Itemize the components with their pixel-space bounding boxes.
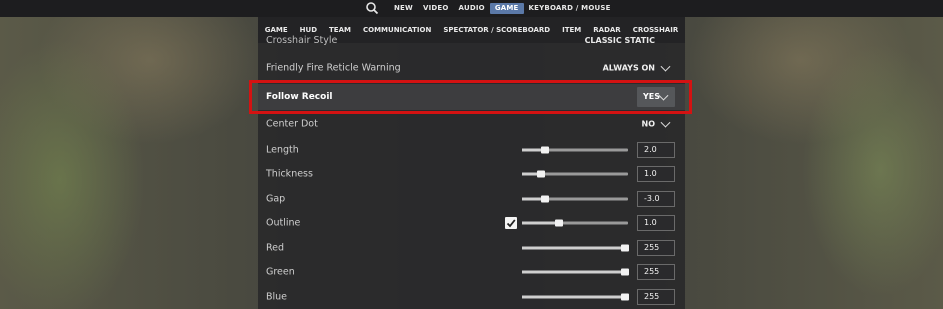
- setting-row-friendly-fire[interactable]: Friendly Fire Reticle Warning ALWAYS ON: [258, 56, 685, 80]
- length-slider[interactable]: [522, 146, 628, 154]
- slider-handle[interactable]: [620, 293, 629, 301]
- subtab-radar[interactable]: RADAR: [587, 26, 626, 34]
- setting-row-green: Green 255: [258, 260, 685, 284]
- subtab-communication[interactable]: COMMUNICATION: [357, 26, 437, 34]
- slider-handle[interactable]: [620, 268, 629, 276]
- search-icon[interactable]: [365, 1, 379, 15]
- slider-handle[interactable]: [537, 170, 546, 178]
- setting-label: Thickness: [266, 168, 313, 180]
- chevron-down-icon[interactable]: [660, 117, 671, 128]
- tab-game[interactable]: GAME: [489, 3, 524, 14]
- slider-fill: [522, 221, 560, 225]
- slider-fill: [522, 295, 625, 299]
- blue-slider[interactable]: [522, 293, 629, 301]
- subtab-team[interactable]: TEAM: [323, 26, 357, 34]
- setting-label: Green: [266, 266, 295, 278]
- setting-label: Gap: [266, 193, 286, 205]
- setting-row-outline: Outline 1.0: [258, 211, 685, 235]
- subtab-spectator-scoreboard[interactable]: SPECTATOR / SCOREBOARD: [437, 26, 556, 34]
- setting-label: Red: [266, 242, 285, 254]
- setting-label: Length: [266, 144, 299, 156]
- setting-row-red: Red 255: [258, 236, 685, 260]
- slider-handle[interactable]: [555, 219, 564, 227]
- dropdown-value: NO: [641, 119, 656, 129]
- tab-new[interactable]: NEW: [389, 3, 418, 14]
- green-slider[interactable]: [522, 268, 629, 276]
- dropdown-value: CLASSIC STATIC: [584, 36, 655, 45]
- outline-slider[interactable]: [522, 219, 628, 227]
- subtab-item[interactable]: ITEM: [556, 26, 587, 34]
- outline-input[interactable]: 1.0: [637, 215, 675, 231]
- setting-row-center-dot[interactable]: Center Dot NO: [258, 112, 685, 136]
- slider-handle[interactable]: [541, 195, 550, 203]
- red-input[interactable]: 255: [637, 240, 675, 256]
- thickness-input[interactable]: 1.0: [637, 166, 675, 182]
- outline-checkbox[interactable]: [505, 217, 517, 229]
- chevron-down-icon[interactable]: [660, 61, 671, 72]
- gap-slider[interactable]: [522, 195, 628, 203]
- top-menu-bar: NEW VIDEO AUDIO GAME KEYBOARD / MOUSE: [0, 0, 943, 17]
- tab-keyboard-mouse[interactable]: KEYBOARD / MOUSE: [524, 3, 616, 14]
- top-nav: NEW VIDEO AUDIO GAME KEYBOARD / MOUSE: [389, 0, 616, 17]
- setting-row-gap: Gap -3.0: [258, 187, 685, 211]
- red-slider[interactable]: [522, 244, 629, 252]
- slider-handle[interactable]: [620, 244, 629, 252]
- green-input[interactable]: 255: [637, 264, 675, 280]
- slider-fill: [522, 270, 625, 274]
- setting-label: Center Dot: [266, 118, 318, 130]
- setting-row-length: Length 2.0: [258, 138, 685, 162]
- gap-input[interactable]: -3.0: [637, 191, 675, 207]
- tab-audio[interactable]: AUDIO: [454, 3, 490, 14]
- check-icon: [506, 219, 516, 228]
- subtab-crosshair[interactable]: CROSSHAIR: [627, 26, 685, 34]
- setting-label: Friendly Fire Reticle Warning: [266, 62, 401, 74]
- slider-handle[interactable]: [541, 146, 550, 154]
- setting-label: Crosshair Style: [266, 35, 338, 46]
- slider-fill: [522, 246, 625, 250]
- blue-input[interactable]: 255: [637, 289, 675, 305]
- length-input[interactable]: 2.0: [637, 142, 675, 158]
- setting-row-crosshair-style[interactable]: Crosshair Style CLASSIC STATIC: [258, 35, 685, 51]
- highlight-box: [249, 80, 692, 114]
- setting-row-thickness: Thickness 1.0: [258, 162, 685, 186]
- setting-row-blue: Blue 255: [258, 285, 685, 309]
- subtab-game[interactable]: GAME: [259, 26, 294, 34]
- thickness-slider[interactable]: [522, 170, 628, 178]
- setting-label: Blue: [266, 291, 288, 303]
- tab-video[interactable]: VIDEO: [418, 3, 454, 14]
- dropdown-value: ALWAYS ON: [602, 63, 655, 73]
- subtab-hud[interactable]: HUD: [294, 26, 323, 34]
- setting-label: Outline: [266, 217, 301, 229]
